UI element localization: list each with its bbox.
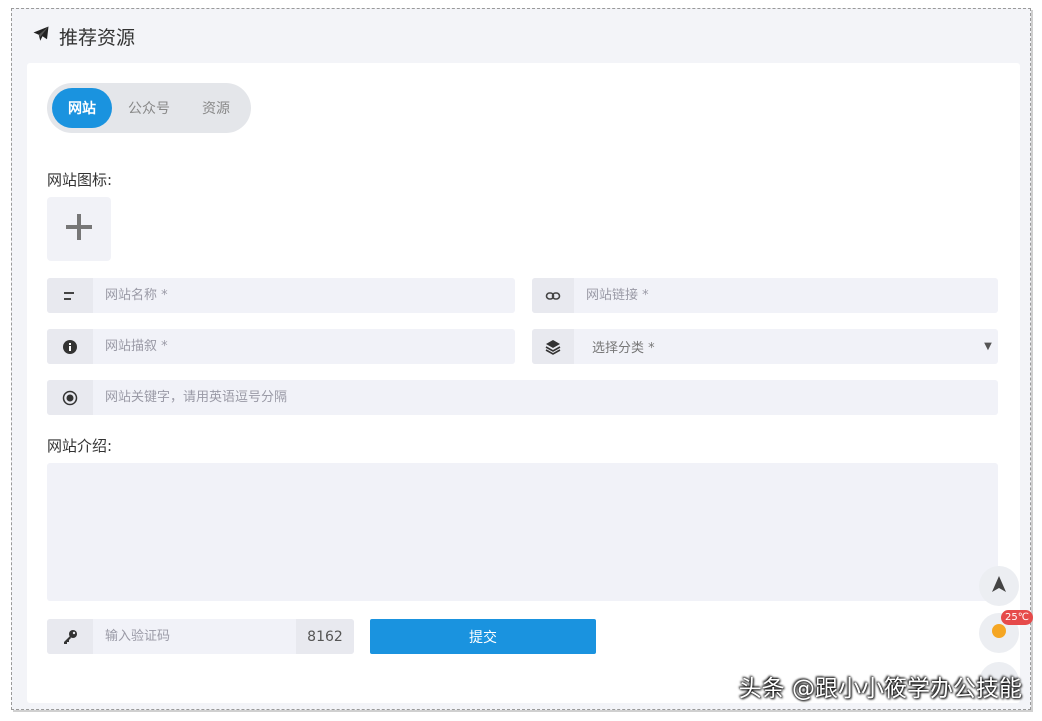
category-select[interactable]: 选择分类 * ▼ <box>532 329 998 364</box>
tab-official-account[interactable]: 公众号 <box>112 88 186 128</box>
layers-icon <box>532 329 574 364</box>
key-icon <box>47 619 93 654</box>
captcha-field: 8162 <box>47 619 354 654</box>
tab-resource[interactable]: 资源 <box>186 88 246 128</box>
url-field <box>532 278 998 313</box>
temperature-badge: 25℃ <box>1001 610 1033 625</box>
type-tabs: 网站 公众号 资源 <box>47 83 251 133</box>
icon-upload-button[interactable] <box>47 197 111 261</box>
plus-icon <box>65 213 93 245</box>
back-to-top-button[interactable] <box>979 566 1019 606</box>
paper-plane-icon <box>32 25 50 48</box>
intro-label: 网站介绍: <box>47 437 113 455</box>
section-header: 推荐资源 <box>32 23 135 50</box>
website-url-input[interactable] <box>574 278 998 313</box>
keywords-field <box>47 380 998 415</box>
watermark: 头条 @跟小小筱学办公技能 <box>738 676 1022 702</box>
target-icon <box>47 380 93 415</box>
category-select-value: 选择分类 * <box>592 341 655 356</box>
page-title: 推荐资源 <box>59 27 136 49</box>
submit-button[interactable]: 提交 <box>370 619 596 654</box>
description-field <box>47 329 515 364</box>
info-icon <box>47 329 93 364</box>
form-card: 网站 公众号 资源 网站图标: 网站名称 * 网站链接 * 网站描叙 * 选择分… <box>27 63 1020 703</box>
tab-website[interactable]: 网站 <box>52 88 112 128</box>
icon-label: 网站图标: <box>47 171 113 189</box>
name-field <box>47 278 515 313</box>
dropdown-caret-icon: ▼ <box>984 341 992 352</box>
captcha-code[interactable]: 8162 <box>296 619 354 654</box>
intro-textarea[interactable] <box>47 463 998 601</box>
captcha-input[interactable] <box>93 619 296 654</box>
page-frame: 推荐资源 网站 公众号 资源 网站图标: 网站名称 * 网站链接 * 网站描叙 … <box>11 8 1031 710</box>
text-lines-icon <box>47 278 93 313</box>
keywords-input[interactable] <box>93 380 998 415</box>
website-name-input[interactable] <box>93 278 515 313</box>
link-icon <box>532 278 574 313</box>
sun-icon <box>991 623 1007 643</box>
website-description-input[interactable] <box>93 329 515 364</box>
arrow-up-icon <box>992 576 1006 596</box>
